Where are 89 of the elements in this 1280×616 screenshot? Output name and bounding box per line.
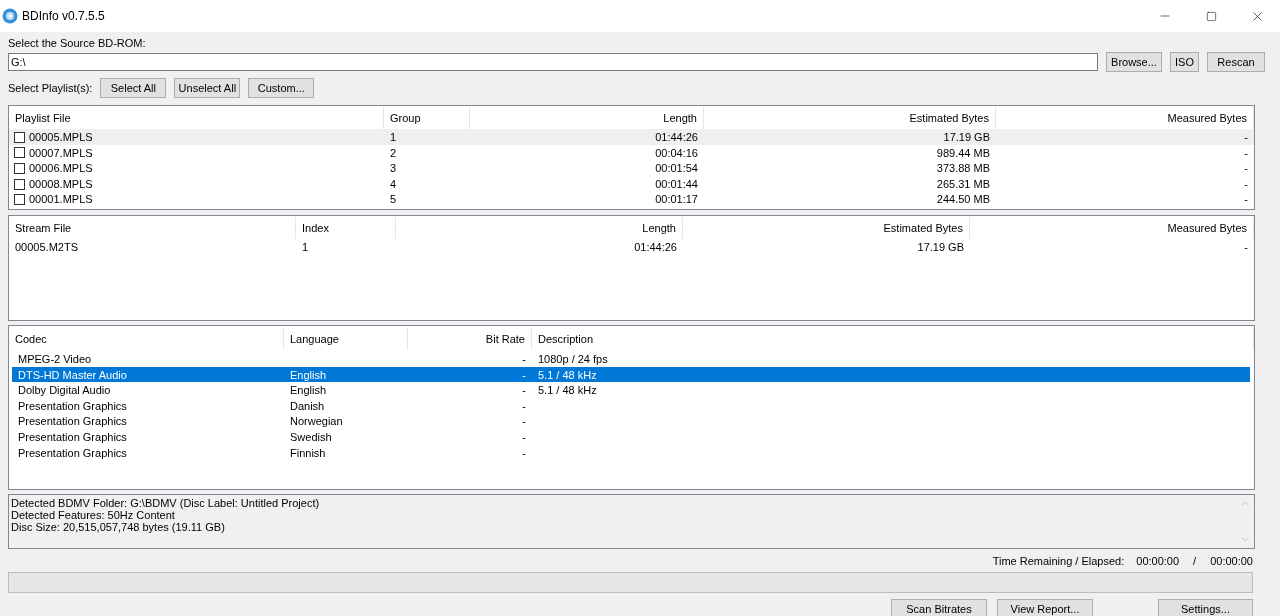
column-header[interactable]: Description bbox=[532, 328, 1254, 350]
table-cell-text: 00001.MPLS bbox=[29, 192, 93, 208]
table-cell-text: 00006.MPLS bbox=[29, 161, 93, 177]
column-header[interactable]: Codec bbox=[9, 328, 284, 350]
time-elapsed: 00:00:00 bbox=[1210, 553, 1253, 569]
table-cell-text: 1080p / 24 fps bbox=[538, 352, 608, 367]
column-header[interactable]: Stream File bbox=[9, 217, 296, 239]
column-header[interactable]: Measured Bytes bbox=[970, 217, 1254, 239]
timer-label: Time Remaining / Elapsed: bbox=[992, 553, 1125, 569]
table-cell-text: 5.1 / 48 kHz bbox=[538, 367, 597, 383]
button[interactable]: Rescan bbox=[1207, 52, 1265, 72]
table-cell-text: 00:01:17 bbox=[655, 192, 698, 208]
table-cell-text: 989.44 MB bbox=[936, 145, 990, 161]
table-cell-text: DTS-HD Master Audio bbox=[18, 367, 127, 383]
table-cell-text: 01:44:26 bbox=[634, 240, 677, 255]
table-cell-text: 01:44:26 bbox=[655, 130, 698, 145]
button[interactable]: Scan Bitrates bbox=[891, 599, 987, 616]
column-header[interactable]: Estimated Bytes bbox=[683, 217, 970, 239]
table-cell-text: 5 bbox=[390, 192, 397, 208]
button[interactable]: Select All bbox=[100, 78, 167, 98]
separator-slash: / bbox=[1193, 553, 1197, 569]
table-cell-text: Dolby Digital Audio bbox=[18, 383, 111, 399]
table-cell-text: - bbox=[522, 367, 526, 383]
column-header[interactable]: Language bbox=[284, 328, 408, 350]
table-cell-text: 3 bbox=[390, 161, 397, 177]
window-title: BDInfo v0.7.5.5 bbox=[22, 8, 105, 25]
log-line: Detected BDMV Folder: G:\BDMV (Disc Label: Untitled Project) bbox=[11, 497, 321, 509]
table-cell-text: - bbox=[1244, 192, 1248, 208]
log-line: Detected Features: 50Hz Content bbox=[11, 509, 176, 521]
table-cell-text: - bbox=[1244, 161, 1248, 177]
button[interactable]: Browse... bbox=[1106, 52, 1162, 72]
table-cell-text: - bbox=[1244, 130, 1248, 145]
table-cell-text: Presentation Graphics bbox=[18, 429, 127, 445]
table-cell-text: Danish bbox=[290, 398, 325, 414]
table-cell-text: 5.1 / 48 kHz bbox=[538, 383, 597, 399]
table-cell-text: - bbox=[522, 445, 526, 461]
table-cell-text: Norwegian bbox=[290, 414, 343, 430]
button[interactable]: Settings... bbox=[1158, 599, 1253, 616]
button[interactable]: View Report... bbox=[997, 599, 1093, 616]
table-cell-text: English bbox=[290, 383, 327, 399]
button[interactable]: Unselect All bbox=[174, 78, 241, 98]
table-cell-text: - bbox=[1244, 176, 1248, 192]
table-cell-text: 373.88 MB bbox=[936, 161, 990, 177]
table-cell-text: 00:04:16 bbox=[655, 145, 698, 161]
column-header[interactable]: Index bbox=[296, 217, 396, 239]
table-cell-text: 17.19 GB bbox=[917, 240, 964, 255]
checkbox[interactable] bbox=[14, 162, 25, 174]
table-cell-text: Presentation Graphics bbox=[18, 445, 127, 461]
table-cell-text: - bbox=[1244, 145, 1248, 161]
table-cell-text: - bbox=[1244, 240, 1248, 255]
table-cell-text: Presentation Graphics bbox=[18, 414, 127, 430]
field-label: Select the Source BD-ROM: bbox=[8, 37, 147, 50]
field-label: Select Playlist(s): bbox=[8, 80, 93, 96]
table-cell-text: Finnish bbox=[290, 445, 326, 461]
table-cell-text: 00:01:44 bbox=[655, 176, 698, 192]
table-cell-text: 00:01:54 bbox=[655, 161, 698, 177]
maximize-icon bbox=[1205, 10, 1217, 22]
table-cell-text: 00005.MPLS bbox=[29, 130, 93, 145]
table-cell-text: - bbox=[522, 383, 526, 399]
table-cell-text: 00005.M2TS bbox=[15, 240, 78, 255]
table-cell-text: Swedish bbox=[290, 429, 332, 445]
table-cell-text: 00008.MPLS bbox=[29, 176, 93, 192]
table-cell-text: - bbox=[522, 429, 526, 445]
log-line: Disc Size: 20,515,057,748 bytes (19.11 GB) bbox=[11, 521, 226, 533]
button[interactable]: ISO bbox=[1170, 52, 1199, 72]
table-cell-text: - bbox=[522, 398, 526, 414]
table-row[interactable]: 00005.MPLS 1 01:44:26 17.19 GB - bbox=[9, 129, 1254, 145]
table-cell-text: 1 bbox=[302, 240, 309, 255]
table-cell-text: 265.31 MB bbox=[936, 176, 990, 192]
checkbox[interactable] bbox=[14, 147, 25, 159]
column-header[interactable]: Bit Rate bbox=[408, 328, 532, 350]
checkbox[interactable] bbox=[14, 178, 25, 190]
table-cell-text: Presentation Graphics bbox=[18, 398, 127, 414]
table-cell-text: - bbox=[522, 414, 526, 430]
table-cell-text: 1 bbox=[390, 130, 397, 145]
table-cell-text: - bbox=[522, 352, 526, 367]
button[interactable]: Custom... bbox=[248, 78, 315, 98]
table-cell-text: MPEG-2 Video bbox=[18, 352, 92, 367]
table-cell-text: 17.19 GB bbox=[943, 130, 990, 145]
source-path-field[interactable]: G:\ bbox=[8, 53, 1098, 71]
table-cell-text: 244.50 MB bbox=[936, 192, 990, 208]
table-cell-text: 2 bbox=[390, 145, 397, 161]
checkbox[interactable] bbox=[14, 131, 25, 143]
table-cell-text: 00007.MPLS bbox=[29, 145, 93, 161]
table-cell-text: 4 bbox=[390, 176, 397, 192]
checkbox[interactable] bbox=[14, 194, 25, 206]
time-remaining: 00:00:00 bbox=[1136, 553, 1180, 569]
column-header[interactable]: Length bbox=[396, 217, 683, 239]
table-cell-text: English bbox=[290, 367, 327, 383]
